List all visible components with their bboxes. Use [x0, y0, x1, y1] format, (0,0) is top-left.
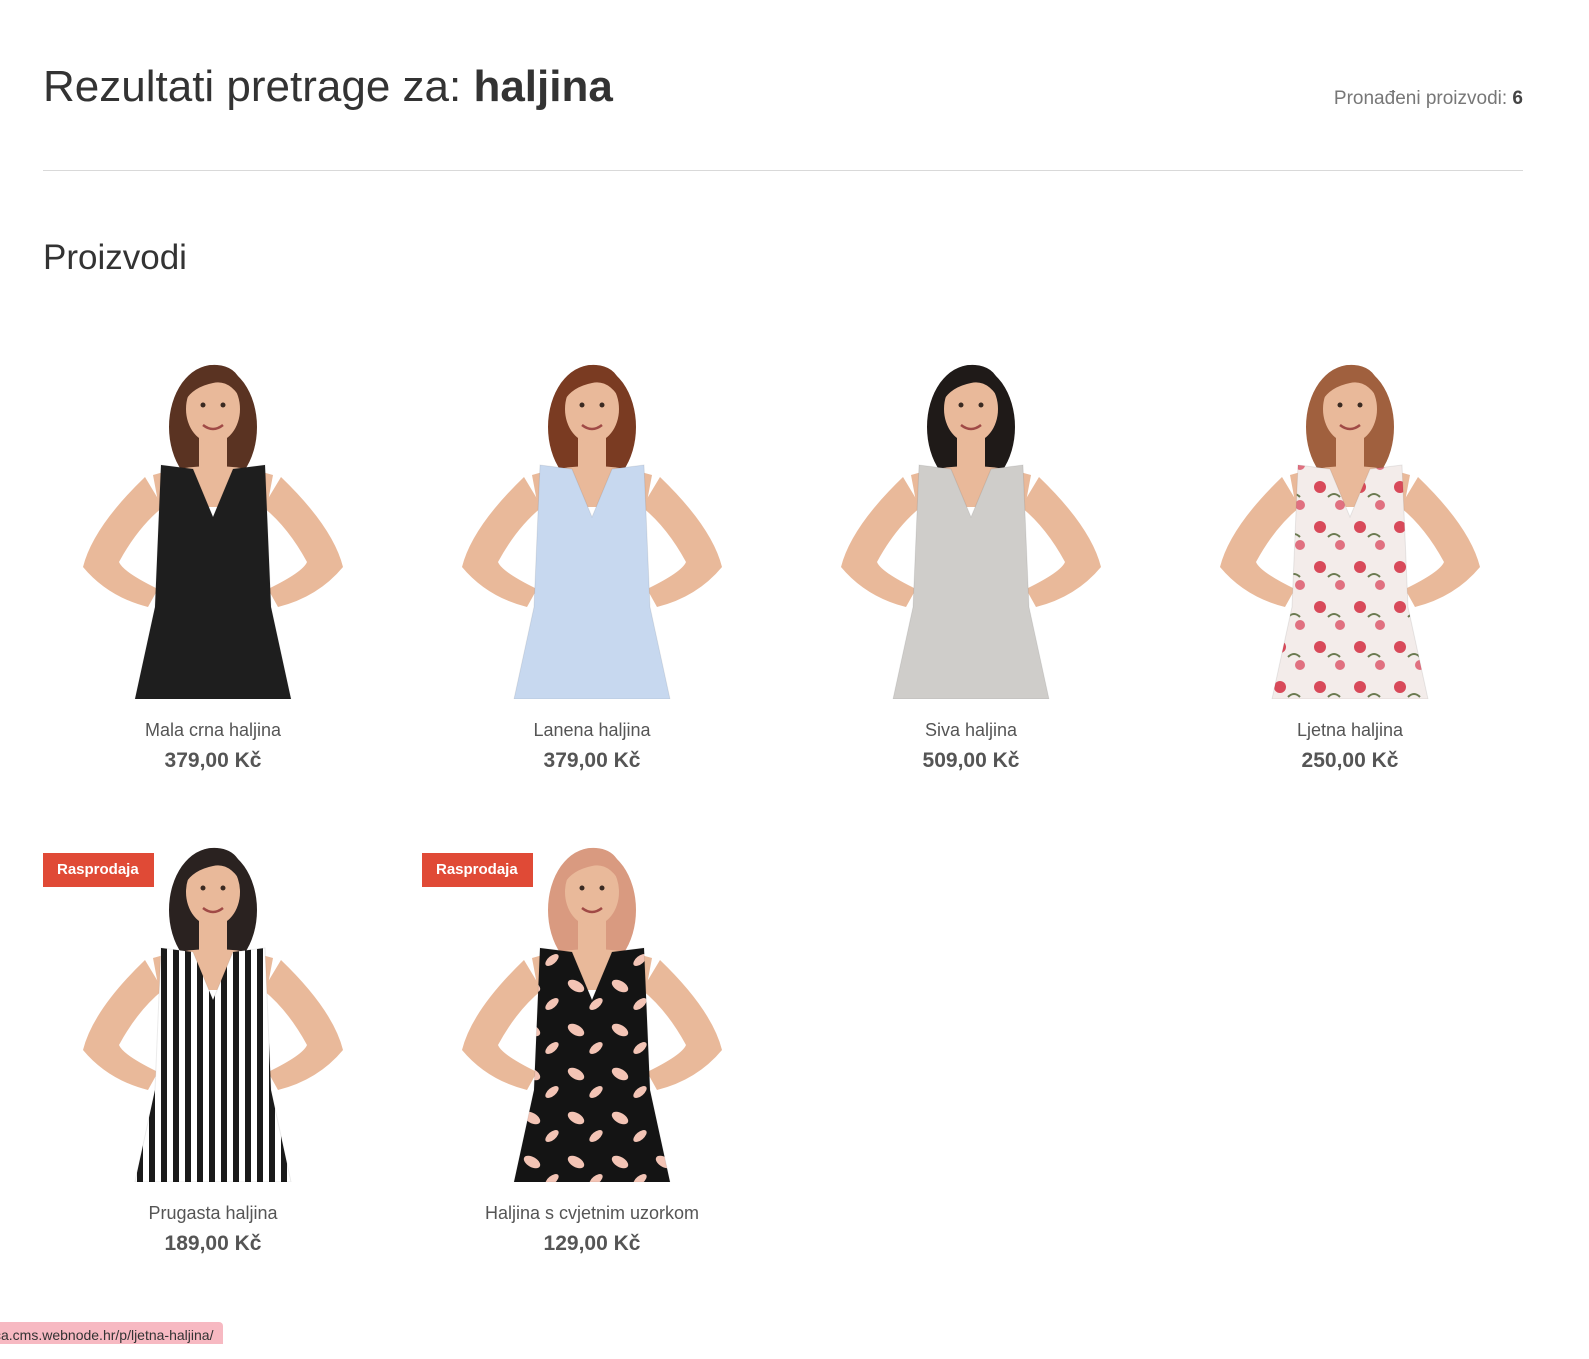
- search-results-page: Rezultati pretrage za: haljina Pronađeni…: [0, 0, 1589, 1359]
- product-name[interactable]: Lanena haljina: [422, 720, 762, 741]
- product-price: 189,00 Kč: [164, 1232, 262, 1255]
- status-bar-url: ca.cms.webnode.hr/p/ljetna-haljina/: [0, 1322, 224, 1344]
- model-photo: [462, 847, 722, 1182]
- results-count-value: 6: [1512, 88, 1523, 109]
- model-photo: [83, 847, 343, 1182]
- title-prefix: Rezultati pretrage za:: [43, 62, 474, 111]
- model-photo: [83, 364, 343, 699]
- sale-badge: Rasprodaja: [422, 853, 533, 887]
- product-image[interactable]: [422, 840, 762, 1182]
- search-query: haljina: [473, 62, 613, 111]
- model-photo: [462, 364, 722, 699]
- product-card[interactable]: Rasprodaja Prugasta haljina 189,00 Kč: [43, 840, 383, 1270]
- product-image[interactable]: [801, 357, 1141, 699]
- product-price: 129,00 Kč: [543, 1232, 641, 1255]
- results-count: Pronađeni proizvodi: 6: [1334, 88, 1523, 110]
- product-name[interactable]: Prugasta haljina: [43, 1203, 383, 1224]
- sale-badge: Rasprodaja: [43, 853, 154, 887]
- product-price: 509,00 Kč: [922, 749, 1020, 772]
- section-title: Proizvodi: [43, 238, 187, 277]
- page-title: Rezultati pretrage za: haljina: [43, 62, 613, 112]
- product-name[interactable]: Ljetna haljina: [1180, 720, 1520, 741]
- product-price: 250,00 Kč: [1301, 749, 1399, 772]
- product-image[interactable]: [1180, 357, 1520, 699]
- product-card[interactable]: Siva haljina 509,00 Kč: [801, 357, 1141, 787]
- product-name[interactable]: Haljina s cvjetnim uzorkom: [422, 1203, 762, 1224]
- product-price: 379,00 Kč: [543, 749, 641, 772]
- results-count-label: Pronađeni proizvodi:: [1333, 88, 1513, 109]
- product-card[interactable]: Mala crna haljina 379,00 Kč: [43, 357, 383, 787]
- product-card[interactable]: Lanena haljina 379,00 Kč: [422, 357, 762, 787]
- product-card[interactable]: Rasprodaja Haljina s cvjetnim uzorkom 12…: [422, 840, 762, 1270]
- product-name[interactable]: Siva haljina: [801, 720, 1141, 741]
- model-photo: [1220, 364, 1480, 699]
- product-image[interactable]: [422, 357, 762, 699]
- search-header: Rezultati pretrage za: haljina Pronađeni…: [43, 62, 1523, 122]
- model-photo: [841, 364, 1101, 699]
- product-price: 379,00 Kč: [164, 749, 262, 772]
- divider: [43, 170, 1523, 171]
- product-image[interactable]: [43, 840, 383, 1182]
- product-image[interactable]: [43, 357, 383, 699]
- product-card[interactable]: Ljetna haljina 250,00 Kč: [1180, 357, 1520, 787]
- product-name[interactable]: Mala crna haljina: [43, 720, 383, 741]
